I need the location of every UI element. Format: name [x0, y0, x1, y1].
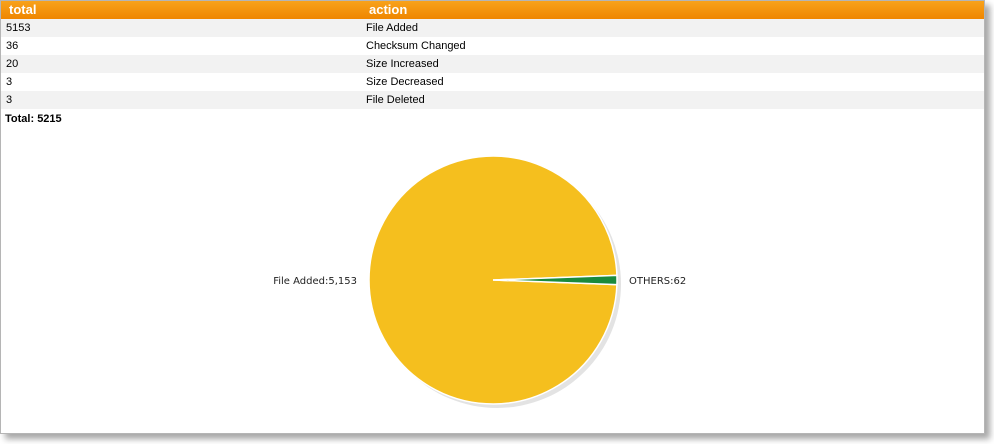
cell-action: File Added — [366, 22, 418, 34]
table-row: 36 Checksum Changed — [1, 37, 984, 55]
table-row: 5153 File Added — [1, 19, 984, 37]
grand-total-value: 5215 — [37, 113, 62, 125]
pie-label-others: OTHERS:62 — [629, 276, 686, 287]
cell-total: 3 — [6, 76, 13, 88]
cell-action: Size Increased — [366, 58, 439, 70]
grand-total-label: Total: — [5, 113, 35, 125]
cell-total: 36 — [6, 40, 19, 52]
table-row: 3 Size Decreased — [1, 73, 984, 91]
cell-total: 20 — [6, 58, 19, 70]
cell-total: 3 — [6, 94, 13, 106]
pie-label-file-added: File Added:5,153 — [273, 276, 357, 287]
table-row: 20 Size Increased — [1, 55, 984, 73]
table-row: 3 File Deleted — [1, 91, 984, 109]
report-frame: total action 5153 File Added 36 Checksum… — [0, 0, 985, 434]
cell-action: Size Decreased — [366, 76, 444, 88]
pie-chart: File Added:5,153 OTHERS:62 — [273, 155, 686, 408]
cell-action: File Deleted — [366, 94, 425, 106]
column-header-action[interactable]: action — [369, 2, 407, 18]
column-header-total[interactable]: total — [9, 2, 36, 18]
table-header: total action — [1, 1, 984, 19]
cell-total: 5153 — [6, 22, 31, 34]
table-body: 5153 File Added 36 Checksum Changed 20 S… — [1, 19, 984, 109]
grand-total: Total: 5215 — [5, 111, 62, 127]
cell-action: Checksum Changed — [366, 40, 466, 52]
